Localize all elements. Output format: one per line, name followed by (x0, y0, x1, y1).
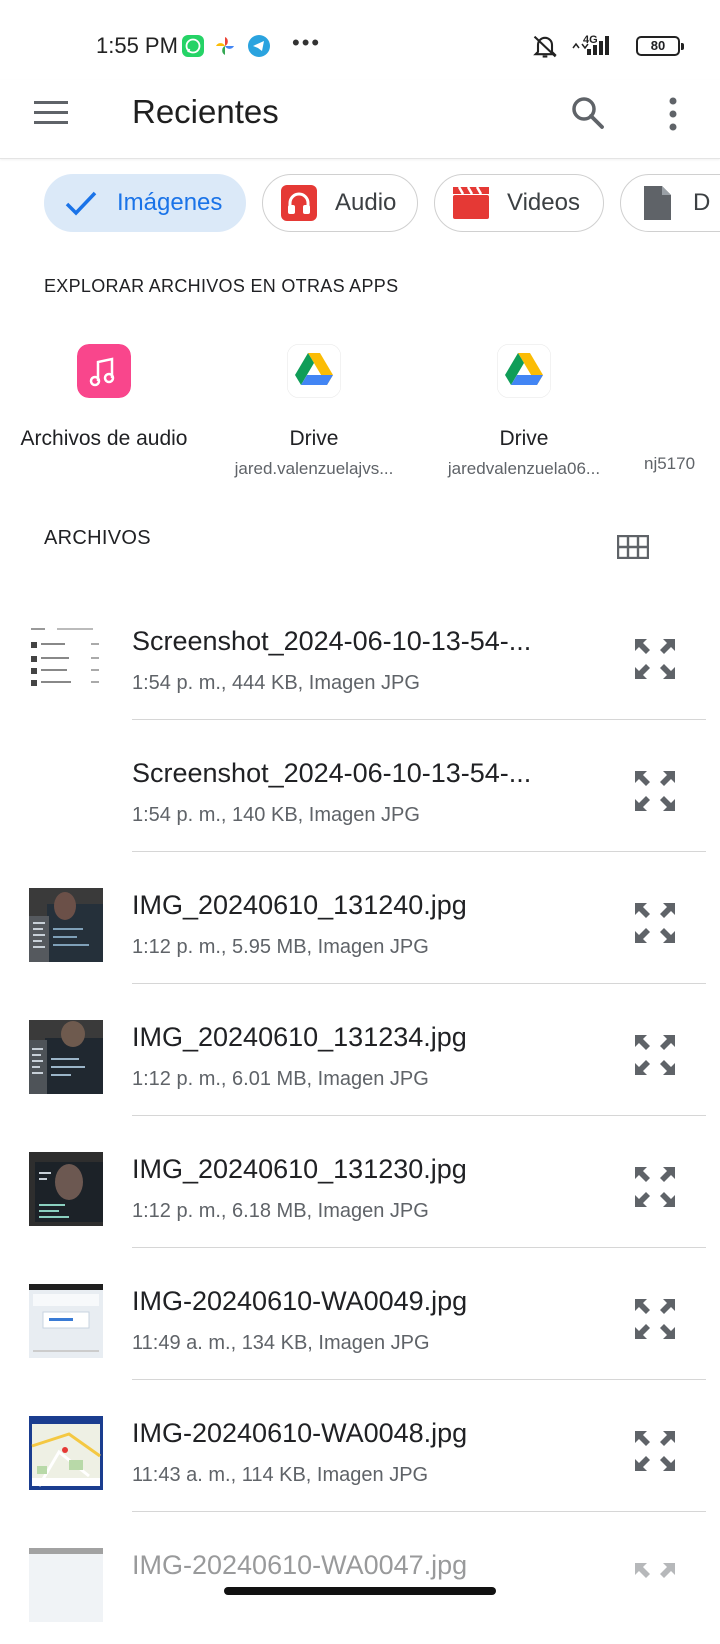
audio-files-icon (77, 344, 131, 398)
explore-section-title: EXPLORAR ARCHIVOS EN OTRAS APPS (44, 276, 399, 296)
app-account: jared.valenzuelajvs... (234, 459, 394, 478)
expand-icon[interactable] (632, 768, 678, 814)
file-meta: 1:12 p. m., 6.18 MB, Imagen JPG (132, 1200, 429, 1222)
file-row[interactable]: Screenshot_2024-06-10-13-54-... 1:54 p. … (0, 588, 720, 720)
expand-icon[interactable] (632, 1296, 678, 1342)
file-meta: 1:12 p. m., 5.95 MB, Imagen JPG (132, 936, 429, 958)
expand-icon[interactable] (632, 636, 678, 682)
grid-view-icon[interactable] (617, 535, 649, 559)
app-partial[interactable]: . nj5170 (644, 344, 720, 474)
file-row[interactable]: IMG-20240610-WA0047.jpg (0, 1512, 720, 1644)
chip-audio[interactable]: Audio (262, 174, 418, 232)
app-drive-1[interactable]: Drive jared.valenzuelajvs... (204, 343, 424, 479)
file-thumbnail (29, 888, 103, 962)
document-icon (644, 186, 671, 220)
file-name: IMG_20240610_131234.jpg (132, 1022, 467, 1052)
google-drive-icon (496, 343, 552, 399)
chip-label: Imágenes (117, 189, 223, 216)
telegram-icon (248, 35, 270, 57)
expand-icon[interactable] (632, 900, 678, 946)
file-name: IMG-20240610-WA0047.jpg (132, 1550, 468, 1580)
other-apps-list: Archivos de audio Drive jared.valenzuela… (0, 343, 720, 484)
chip-label: Audio (335, 189, 397, 216)
expand-icon[interactable] (632, 1032, 678, 1078)
app-bar (0, 80, 720, 159)
file-meta: 11:49 a. m., 134 KB, Imagen JPG (132, 1332, 430, 1354)
expand-icon[interactable] (632, 1428, 678, 1474)
muted-bell-icon (533, 35, 557, 58)
headphones-icon (281, 185, 317, 221)
gesture-nav-handle[interactable] (224, 1587, 496, 1595)
expand-icon[interactable] (632, 1560, 678, 1606)
more-options-icon[interactable] (658, 95, 688, 133)
file-row[interactable]: Screenshot_2024-06-10-13-54-... 1:54 p. … (0, 720, 720, 852)
file-row[interactable]: IMG-20240610-WA0049.jpg 11:49 a. m., 134… (0, 1248, 720, 1380)
whatsapp-icon (182, 35, 204, 57)
file-meta: 1:12 p. m., 6.01 MB, Imagen JPG (132, 1068, 429, 1090)
file-name: Screenshot_2024-06-10-13-54-... (132, 626, 532, 656)
more-notifications-icon: ••• (292, 30, 322, 55)
page-title: Recientes (132, 93, 279, 130)
filter-chips: Imágenes Audio Videos D (0, 174, 720, 234)
chip-label: D (693, 189, 711, 216)
photos-icon (216, 37, 234, 55)
status-bar: 1:55 PM ••• 4G 80 (0, 0, 720, 90)
signal-icon (572, 36, 609, 55)
app-account: jaredvalenzuela06... (447, 459, 601, 478)
expand-icon[interactable] (632, 1164, 678, 1210)
search-icon[interactable] (570, 95, 606, 131)
app-name: Drive (289, 427, 339, 450)
file-thumbnail (29, 624, 103, 698)
file-row[interactable]: IMG-20240610-WA0048.jpg 11:43 a. m., 114… (0, 1380, 720, 1512)
status-time: 1:55 PM (96, 33, 178, 58)
file-thumbnail (29, 756, 103, 830)
file-meta: 1:54 p. m., 140 KB, Imagen JPG (132, 804, 420, 826)
file-name: IMG_20240610_131230.jpg (132, 1154, 467, 1184)
google-drive-icon (286, 343, 342, 399)
app-audio-files[interactable]: Archivos de audio (0, 344, 214, 451)
file-name: IMG-20240610-WA0049.jpg (132, 1286, 468, 1316)
file-meta: 1:54 p. m., 444 KB, Imagen JPG (132, 672, 420, 694)
file-row[interactable]: IMG_20240610_131230.jpg 1:12 p. m., 6.18… (0, 1116, 720, 1248)
file-thumbnail (29, 1548, 103, 1622)
file-thumbnail (29, 1152, 103, 1226)
file-thumbnail (29, 1020, 103, 1094)
app-account: nj5170 (644, 454, 696, 473)
chip-videos[interactable]: Videos (434, 174, 604, 232)
chip-images[interactable]: Imágenes (44, 174, 246, 232)
check-icon (65, 191, 97, 216)
file-thumbnail (29, 1284, 103, 1358)
file-thumbnail (29, 1416, 103, 1490)
clapperboard-icon (453, 186, 489, 219)
files-section-title: ARCHIVOS (44, 527, 151, 549)
file-name: IMG-20240610-WA0048.jpg (132, 1418, 468, 1448)
chip-documents[interactable]: D (620, 174, 720, 232)
file-name: Screenshot_2024-06-10-13-54-... (132, 758, 532, 788)
file-row[interactable]: IMG_20240610_131240.jpg 1:12 p. m., 5.95… (0, 852, 720, 984)
app-drive-2[interactable]: Drive jaredvalenzuela06... (414, 343, 634, 479)
app-name: Archivos de audio (20, 427, 188, 450)
file-meta: 11:43 a. m., 114 KB, Imagen JPG (132, 1464, 429, 1486)
battery-indicator: 80 (636, 36, 684, 56)
chip-label: Videos (507, 189, 580, 216)
file-name: IMG_20240610_131240.jpg (132, 890, 467, 920)
menu-icon[interactable] (34, 100, 68, 126)
app-name: Drive (499, 427, 549, 450)
file-row[interactable]: IMG_20240610_131234.jpg 1:12 p. m., 6.01… (0, 984, 720, 1116)
